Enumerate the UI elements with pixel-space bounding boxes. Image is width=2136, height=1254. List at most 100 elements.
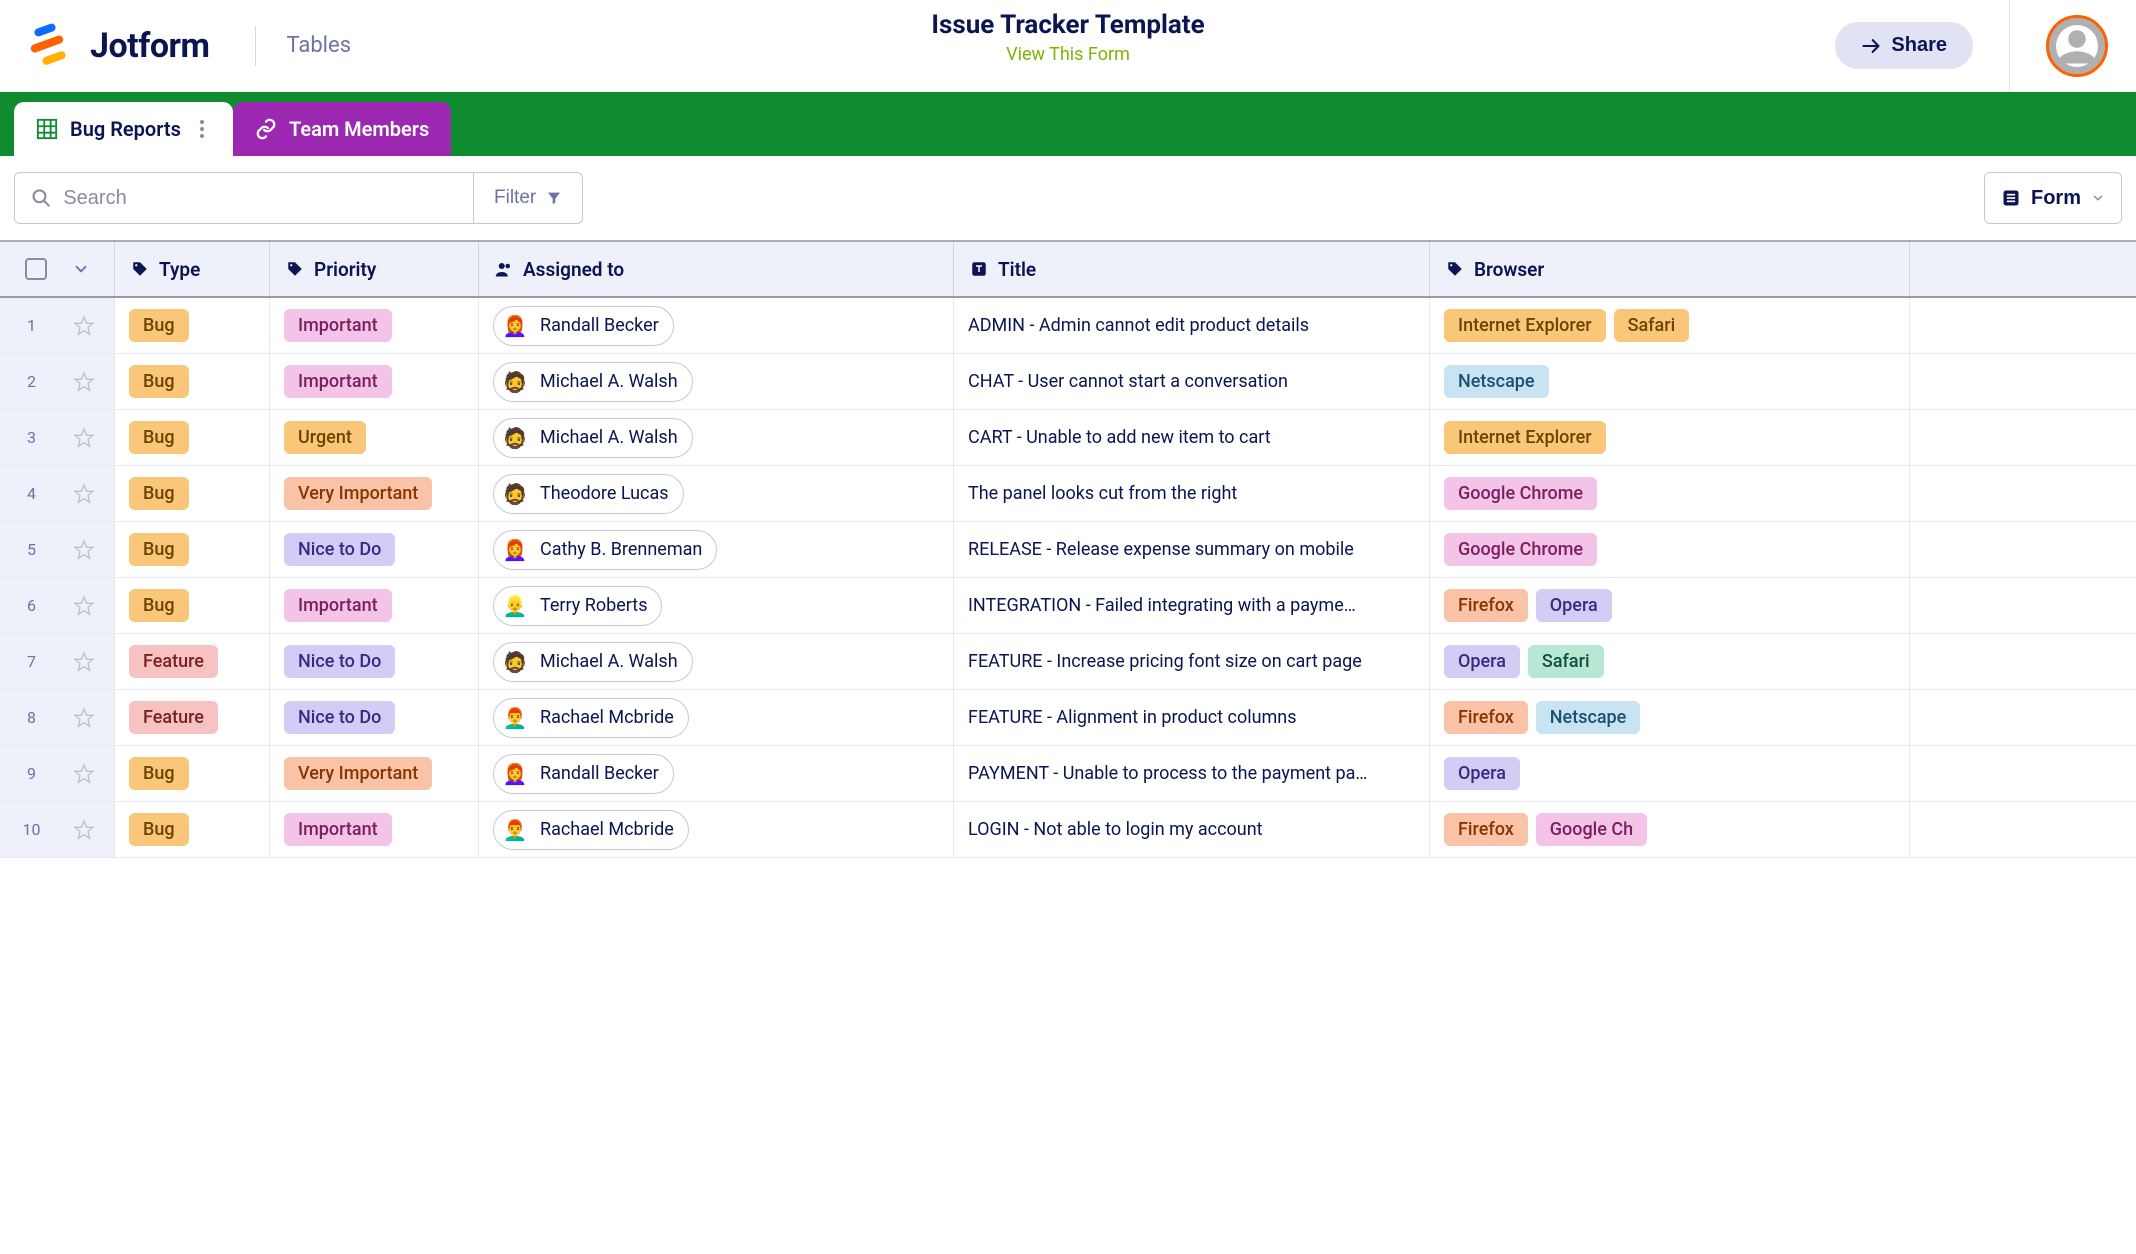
browser-cell[interactable]: OperaSafari	[1430, 634, 1910, 689]
table-row[interactable]: 2 BugImportant🧔Michael A. WalshCHAT - Use…	[0, 354, 2136, 410]
table-row[interactable]: 7FeatureNice to Do🧔Michael A. WalshFEATU…	[0, 634, 2136, 690]
type-pill: Bug	[129, 421, 189, 454]
title-cell[interactable]: CART - Unable to add new item to cart	[954, 410, 1430, 465]
priority-cell[interactable]: Nice to Do	[270, 634, 479, 689]
priority-cell[interactable]: Important	[270, 298, 479, 353]
browser-cell[interactable]: Google Chrome	[1430, 522, 1910, 577]
title-cell[interactable]: INTEGRATION - Failed integrating with a …	[954, 578, 1430, 633]
chevron-down-icon[interactable]	[72, 260, 90, 278]
page-title: Issue Tracker Template	[931, 10, 1204, 40]
priority-cell[interactable]: Very Important	[270, 466, 479, 521]
user-avatar[interactable]	[2046, 15, 2108, 77]
type-cell[interactable]: Bug	[115, 410, 270, 465]
table-row[interactable]: 6 BugImportant👱‍♂️Terry RobertsINTEGRATIO…	[0, 578, 2136, 634]
star-icon[interactable]	[73, 315, 95, 337]
header-browser[interactable]: Browser	[1430, 242, 1910, 296]
header-type[interactable]: Type	[115, 242, 270, 296]
header-priority[interactable]: Priority	[270, 242, 479, 296]
toolbar: Filter Form	[0, 156, 2136, 240]
type-cell[interactable]: Feature	[115, 690, 270, 745]
tab-menu-icon[interactable]	[193, 119, 211, 139]
filter-button[interactable]: Filter	[474, 172, 583, 224]
table-row[interactable]: 1 BugImportant👩‍🦰Randall BeckerADMIN - Ad…	[0, 298, 2136, 354]
title-cell[interactable]: ADMIN - Admin cannot edit product detail…	[954, 298, 1430, 353]
priority-cell[interactable]: Very Important	[270, 746, 479, 801]
star-icon[interactable]	[73, 651, 95, 673]
assignee-cell[interactable]: 🧔Michael A. Walsh	[479, 634, 954, 689]
star-icon[interactable]	[73, 483, 95, 505]
browser-cell[interactable]: FirefoxGoogle Ch	[1430, 802, 1910, 857]
title-area: Issue Tracker Template View This Form	[931, 10, 1204, 65]
type-cell[interactable]: Bug	[115, 466, 270, 521]
people-icon	[495, 260, 513, 278]
table-row[interactable]: 10BugImportant👨‍🦰Rachael McbrideLOGIN - …	[0, 802, 2136, 858]
assignee-cell[interactable]: 👩‍🦰Randall Becker	[479, 298, 954, 353]
type-cell[interactable]: Bug	[115, 354, 270, 409]
browser-cell[interactable]: Internet Explorer	[1430, 410, 1910, 465]
row-number: 1	[20, 316, 44, 335]
assignee-cell[interactable]: 🧔Michael A. Walsh	[479, 410, 954, 465]
star-icon[interactable]	[73, 539, 95, 561]
browser-cell[interactable]: Internet ExplorerSafari	[1430, 298, 1910, 353]
assignee-cell[interactable]: 👩‍🦰Cathy B. Brenneman	[479, 522, 954, 577]
priority-cell[interactable]: Important	[270, 802, 479, 857]
share-button[interactable]: Share	[1835, 22, 1973, 69]
assignee-pill: 🧔Michael A. Walsh	[493, 418, 693, 458]
row-number: 2	[20, 372, 44, 391]
type-cell[interactable]: Bug	[115, 578, 270, 633]
avatar-icon: 🧔	[500, 479, 530, 509]
browser-cell[interactable]: FirefoxOpera	[1430, 578, 1910, 633]
product-label[interactable]: Tables	[286, 33, 351, 58]
browser-cell[interactable]: Netscape	[1430, 354, 1910, 409]
assignee-cell[interactable]: 🧔Michael A. Walsh	[479, 354, 954, 409]
priority-cell[interactable]: Nice to Do	[270, 690, 479, 745]
assignee-cell[interactable]: 👨‍🦰Rachael Mcbride	[479, 690, 954, 745]
star-icon[interactable]	[73, 819, 95, 841]
title-cell[interactable]: PAYMENT - Unable to process to the payme…	[954, 746, 1430, 801]
select-all-checkbox[interactable]	[25, 258, 47, 280]
browser-cell[interactable]: FirefoxNetscape	[1430, 690, 1910, 745]
view-form-link[interactable]: View This Form	[931, 44, 1204, 65]
assignee-cell[interactable]: 🧔Theodore Lucas	[479, 466, 954, 521]
form-icon	[2001, 188, 2021, 208]
table-row[interactable]: 3BugUrgent🧔Michael A. WalshCART - Unable…	[0, 410, 2136, 466]
star-icon[interactable]	[73, 707, 95, 729]
avatar-icon: 👩‍🦰	[500, 311, 530, 341]
star-icon[interactable]	[73, 595, 95, 617]
star-icon[interactable]	[73, 763, 95, 785]
star-icon[interactable]	[73, 371, 95, 393]
type-cell[interactable]: Bug	[115, 802, 270, 857]
form-view-button[interactable]: Form	[1984, 172, 2122, 224]
title-cell[interactable]: FEATURE - Increase pricing font size on …	[954, 634, 1430, 689]
row-number: 6	[20, 596, 44, 615]
table-row[interactable]: 8FeatureNice to Do👨‍🦰Rachael McbrideFEAT…	[0, 690, 2136, 746]
title-cell[interactable]: LOGIN - Not able to login my account	[954, 802, 1430, 857]
priority-cell[interactable]: Important	[270, 354, 479, 409]
type-cell[interactable]: Bug	[115, 746, 270, 801]
table-row[interactable]: 9BugVery Important👩‍🦰Randall BeckerPAYME…	[0, 746, 2136, 802]
type-cell[interactable]: Bug	[115, 522, 270, 577]
tab-bug-reports[interactable]: Bug Reports	[14, 102, 233, 156]
type-cell[interactable]: Feature	[115, 634, 270, 689]
priority-cell[interactable]: Important	[270, 578, 479, 633]
browser-cell[interactable]: Opera	[1430, 746, 1910, 801]
table-row[interactable]: 4BugVery Important🧔Theodore LucasThe pan…	[0, 466, 2136, 522]
title-cell[interactable]: FEATURE - Alignment in product columns	[954, 690, 1430, 745]
search-input[interactable]	[63, 187, 457, 210]
assignee-cell[interactable]: 👱‍♂️Terry Roberts	[479, 578, 954, 633]
type-cell[interactable]: Bug	[115, 298, 270, 353]
title-cell[interactable]: The panel looks cut from the right	[954, 466, 1430, 521]
tag-icon	[131, 260, 149, 278]
assignee-cell[interactable]: 👩‍🦰Randall Becker	[479, 746, 954, 801]
priority-cell[interactable]: Nice to Do	[270, 522, 479, 577]
priority-cell[interactable]: Urgent	[270, 410, 479, 465]
header-assigned-to[interactable]: Assigned to	[479, 242, 954, 296]
assignee-cell[interactable]: 👨‍🦰Rachael Mcbride	[479, 802, 954, 857]
table-row[interactable]: 5BugNice to Do👩‍🦰Cathy B. BrennemanRELEA…	[0, 522, 2136, 578]
tab-team-members[interactable]: Team Members	[233, 102, 451, 156]
header-title[interactable]: Title	[954, 242, 1430, 296]
browser-cell[interactable]: Google Chrome	[1430, 466, 1910, 521]
star-icon[interactable]	[73, 427, 95, 449]
title-cell[interactable]: RELEASE - Release expense summary on mob…	[954, 522, 1430, 577]
title-cell[interactable]: CHAT - User cannot start a conversation	[954, 354, 1430, 409]
